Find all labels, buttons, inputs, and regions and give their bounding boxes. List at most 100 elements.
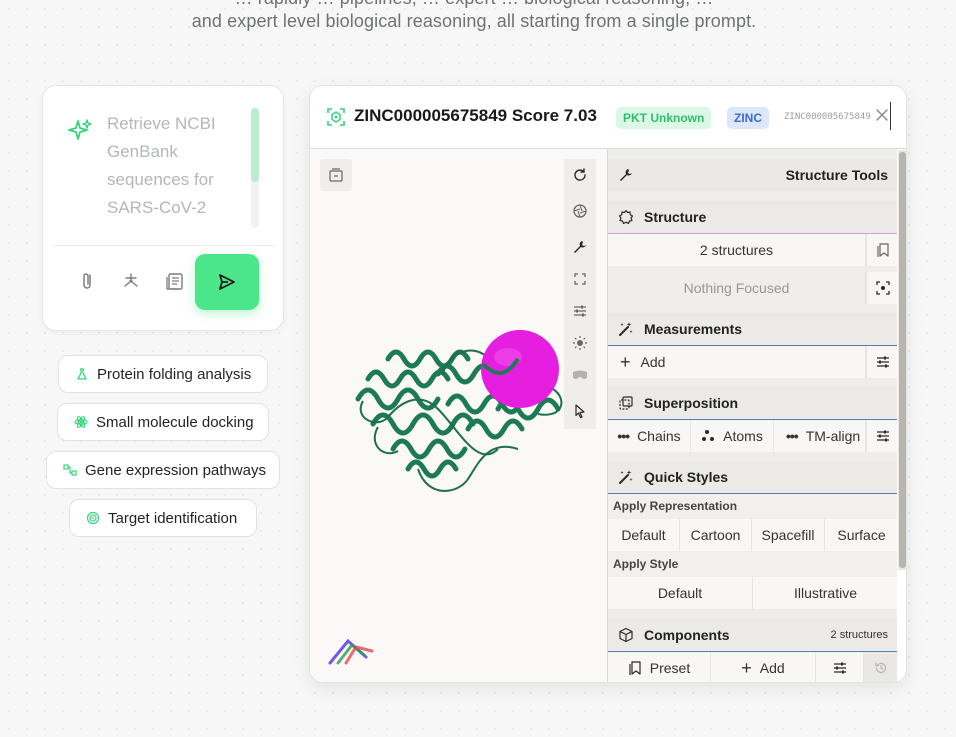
tmalign-button[interactable]: ••• TM-align [774,420,866,452]
expand-icon [574,273,586,285]
rep-surface-button[interactable]: Surface [825,519,897,551]
viewer-header: ZINC000005675849 Score 7.03 PKT Unknown … [310,86,906,149]
structure-tools-panel: Structure Tools Structure 2 structures N… [607,149,897,682]
molecule-viewer-icon [327,108,345,126]
magic-wand-icon [619,470,633,484]
molecule-icon[interactable] [120,270,142,292]
cursor-icon [575,404,585,419]
measurements-label: Measurements [644,321,743,337]
components-count: 2 structures [830,629,888,641]
protein-structure[interactable] [348,329,578,509]
measurements-add-button[interactable]: + Add [608,346,866,378]
components-label: Components [644,627,730,643]
history-icon [875,662,887,674]
apply-representation-label: Apply Representation [608,494,897,518]
zinc-id-label: ZINC000005675849 [784,112,871,122]
rep-cartoon-button[interactable]: Cartoon [680,519,752,551]
style-illustrative-button[interactable]: Illustrative [753,577,897,609]
superposition-label: Superposition [644,395,739,411]
rep-spacefill-button[interactable]: Spacefill [752,519,825,551]
components-row: Preset + Add [608,652,897,682]
rep-default-button[interactable]: Default [608,519,680,551]
sliders-icon [876,430,889,442]
wrench-icon [620,169,632,181]
superposition-icon [619,396,633,410]
vr-headset-icon [573,370,587,379]
cube-icon [619,627,633,643]
components-add-label: Add [759,660,785,676]
sliders-icon [574,305,586,317]
style-row: Default Illustrative [608,577,897,609]
atoms-button[interactable]: Atoms [691,420,774,452]
select-mode-button[interactable] [564,395,596,427]
dots-icon: ••• [617,428,630,444]
paperclip-icon[interactable] [77,270,99,292]
components-add-button[interactable]: + Add [711,652,816,682]
zinc-badge: ZINC [727,107,769,129]
axes-logo-icon [328,638,374,665]
style-default-button[interactable]: Default [608,577,753,609]
focus-button[interactable] [866,272,897,304]
refresh-icon [574,168,586,181]
document-icon[interactable] [164,270,186,292]
superposition-options-button[interactable] [866,420,897,452]
structure-count-row[interactable]: 2 structures [608,234,897,266]
preset-button[interactable]: Preset [608,652,711,682]
tmalign-label: TM-align [805,428,861,444]
tools-scroll-thumb[interactable] [899,152,906,568]
chip-protein-folding[interactable]: Protein folding analysis [58,355,268,393]
tools-scrollbar[interactable] [898,150,906,570]
structure-section-header[interactable]: Structure [608,201,897,233]
structure-count[interactable]: 2 structures [608,234,866,266]
pathway-icon [63,464,77,476]
structure-icon [618,209,634,225]
history-button[interactable] [864,652,897,682]
chip-gene-expression[interactable]: Gene expression pathways [46,451,280,489]
quick-styles-section-header[interactable]: Quick Styles [608,461,897,493]
measurements-options-button[interactable] [866,346,897,378]
chains-label: Chains [637,428,681,444]
expand-button[interactable] [564,263,596,295]
sliders-icon [876,356,889,368]
tools-toggle-button[interactable] [564,231,596,263]
close-icon [876,108,888,121]
focus-icon [875,281,890,295]
atom-icon [74,416,88,428]
plus-icon: + [620,352,631,372]
chains-button[interactable]: ••• Chains [608,420,691,452]
sun-icon [573,336,587,350]
structure-canvas[interactable] [310,149,607,682]
ligand-sphere[interactable] [481,330,559,408]
sliders-icon [833,662,846,674]
prompt-input[interactable]: Retrieve NCBI GenBank sequences for SARS… [107,110,247,226]
viewer-toolbar [564,159,596,429]
screenshot-button[interactable] [564,195,596,227]
send-button[interactable] [195,254,259,310]
chip-small-molecule[interactable]: Small molecule docking [57,403,269,441]
close-button[interactable] [873,104,891,128]
vr-button[interactable] [564,359,596,391]
viewer-title: ZINC000005675849 Score 7.03 [354,106,597,125]
superposition-section-header[interactable]: Superposition [608,387,897,419]
preset-label: Preset [649,660,691,676]
flask-icon [77,368,87,380]
focus-row[interactable]: Nothing Focused [608,272,897,304]
toggle-controls-button[interactable] [320,159,352,191]
measurements-section-header[interactable]: Measurements [608,313,897,345]
prompt-scroll-thumb[interactable] [251,108,259,182]
chip-label: Small molecule docking [96,413,254,431]
nothing-focused[interactable]: Nothing Focused [608,272,866,304]
reset-camera-button[interactable] [564,159,596,191]
prompt-scrollbar[interactable] [251,108,259,228]
dots-icon: ••• [786,428,799,444]
components-options-button[interactable] [816,652,864,682]
components-section-header[interactable]: Components 2 structures [608,619,897,651]
measurements-add-row[interactable]: + Add [608,346,897,378]
chip-target-identification[interactable]: Target identification [69,499,257,537]
quick-styles-label: Quick Styles [644,469,729,485]
measurements-add-label: Add [640,354,666,370]
settings-button[interactable] [564,295,596,327]
bookmark-button[interactable] [866,234,897,266]
bookmark-icon [629,661,641,675]
lighting-button[interactable] [564,327,596,359]
